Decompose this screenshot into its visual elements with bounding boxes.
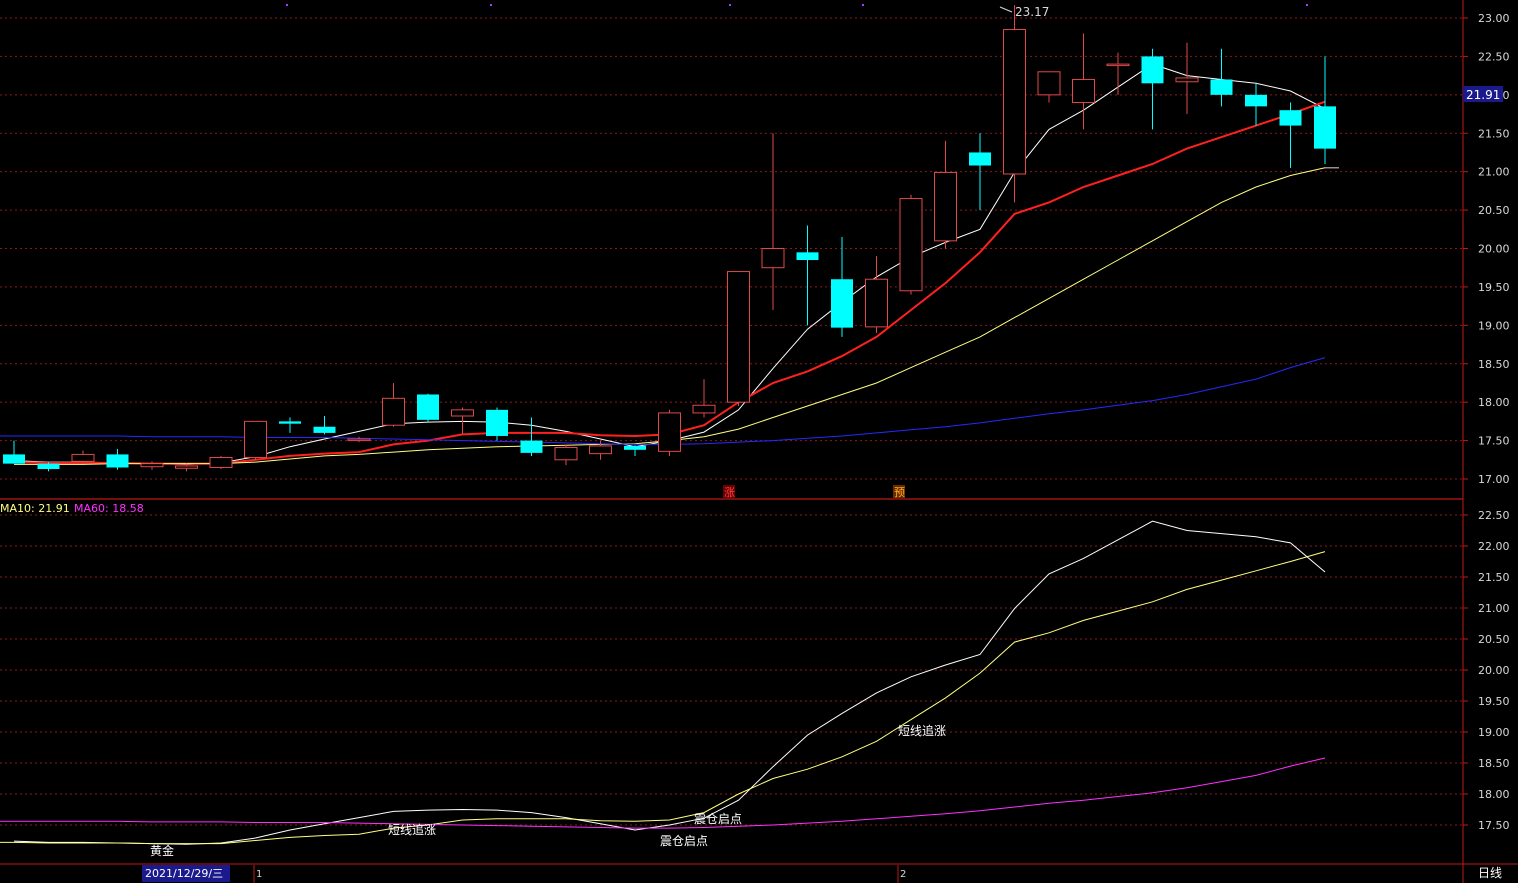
- candle-body: [3, 454, 25, 464]
- annotation-shakeout-start-2: 震仓启点: [660, 834, 708, 848]
- ma60-readout: MA60: 18.58: [74, 502, 144, 515]
- candle-body: [244, 420, 267, 458]
- candle-body: [624, 445, 646, 450]
- candle-body: [71, 453, 95, 462]
- signal-mark-rise: 涨: [724, 486, 735, 499]
- month-marker-1: 1: [256, 869, 262, 880]
- indicator-tick-label: 20.50: [1478, 633, 1510, 646]
- candle[interactable]: [727, 271, 750, 407]
- annotation-gold: 黄金: [150, 843, 174, 858]
- candle-body: [761, 248, 785, 269]
- candle-body: [1072, 78, 1095, 104]
- candle-body: [417, 394, 439, 420]
- candle-body: [831, 279, 853, 328]
- stock-chart[interactable]: 17.00 17.50 18.00 18.50 19.00 19.50 20.00 20.50…: [0, 0, 1518, 883]
- candle[interactable]: [1003, 4, 1026, 203]
- date-label: 2021/12/29/三: [145, 867, 223, 880]
- price-tick-label: 21.50: [1478, 127, 1510, 140]
- candle-body: [1037, 71, 1061, 96]
- month-marker-2: 2: [900, 869, 906, 880]
- candle[interactable]: [899, 194, 923, 295]
- candle-body: [140, 463, 164, 468]
- candle-body: [658, 412, 681, 452]
- price-tick-label: 19.50: [1478, 281, 1510, 294]
- indicator-tick-label: 18.50: [1478, 757, 1510, 770]
- high-price-label: 23.17: [1015, 5, 1049, 19]
- price-tick-label: 18.50: [1478, 358, 1510, 371]
- candle-body: [934, 171, 957, 242]
- price-tick-label: 17.50: [1478, 435, 1510, 448]
- price-tick-label: 18.00: [1478, 396, 1510, 409]
- price-tick-label: 17.00: [1478, 473, 1510, 486]
- indicator-tick-label: 21.00: [1478, 602, 1510, 615]
- candle-body: [106, 454, 129, 468]
- candle-body: [1141, 56, 1164, 84]
- price-tick-label: 22.50: [1478, 50, 1510, 63]
- indicator-tick-label: 19.50: [1478, 695, 1510, 708]
- annotation-short-chase-2: 短线追涨: [898, 723, 946, 738]
- period-label[interactable]: 日线: [1478, 866, 1502, 880]
- price-tick-label: 21.00: [1478, 166, 1510, 179]
- price-tick-label: 23.00: [1478, 12, 1510, 25]
- candle-body: [727, 271, 750, 403]
- candle-body: [899, 198, 923, 292]
- indicator-tick-label: 20.00: [1478, 664, 1510, 677]
- candle[interactable]: [209, 455, 233, 470]
- candle-body: [347, 438, 371, 442]
- indicator-tick-label: 18.00: [1478, 788, 1510, 801]
- candle-body: [589, 445, 612, 455]
- candle[interactable]: [658, 409, 681, 456]
- candle-body: [1314, 106, 1336, 149]
- candle-body: [1210, 79, 1233, 95]
- candle-body: [279, 421, 301, 424]
- candle[interactable]: [417, 393, 439, 423]
- candle[interactable]: [244, 420, 267, 460]
- price-tick-label: 20.00: [1478, 243, 1510, 256]
- candle-body: [865, 278, 888, 328]
- candle-body: [1245, 94, 1267, 107]
- candle-body: [520, 440, 543, 453]
- candle-body: [1175, 77, 1199, 83]
- indicator-tick-label: 17.50: [1478, 819, 1510, 832]
- candle-body: [796, 252, 819, 261]
- candle-body: [486, 409, 508, 436]
- candle-body: [382, 397, 405, 426]
- candle-body: [451, 409, 474, 417]
- candle-body: [209, 456, 233, 468]
- candle-body: [969, 152, 991, 166]
- candle-body: [1106, 63, 1130, 67]
- candle-body: [175, 465, 198, 469]
- candle-body: [37, 463, 60, 470]
- candle-body: [313, 426, 336, 433]
- candle-body: [1279, 110, 1302, 126]
- annotation-short-chase-1: 短线追涨: [388, 822, 436, 837]
- price-tick-label: 19.00: [1478, 319, 1510, 332]
- candle-body: [1003, 29, 1026, 175]
- indicator-tick-label: 22.50: [1478, 509, 1510, 522]
- annotation-shakeout-start-1: 震仓启点: [694, 812, 742, 826]
- indicator-tick-label: 21.50: [1478, 571, 1510, 584]
- indicator-tick-label: 19.00: [1478, 726, 1510, 739]
- signal-mark-forecast: 预: [894, 486, 905, 499]
- candle-body: [554, 446, 578, 461]
- indicator-tick-label: 22.00: [1478, 540, 1510, 553]
- candle-body: [692, 404, 716, 414]
- current-price-tag: 21.91: [1466, 88, 1500, 102]
- candle[interactable]: [486, 407, 508, 441]
- ma10-readout: MA10: 21.91: [0, 502, 70, 515]
- price-tick-label: 20.50: [1478, 204, 1510, 217]
